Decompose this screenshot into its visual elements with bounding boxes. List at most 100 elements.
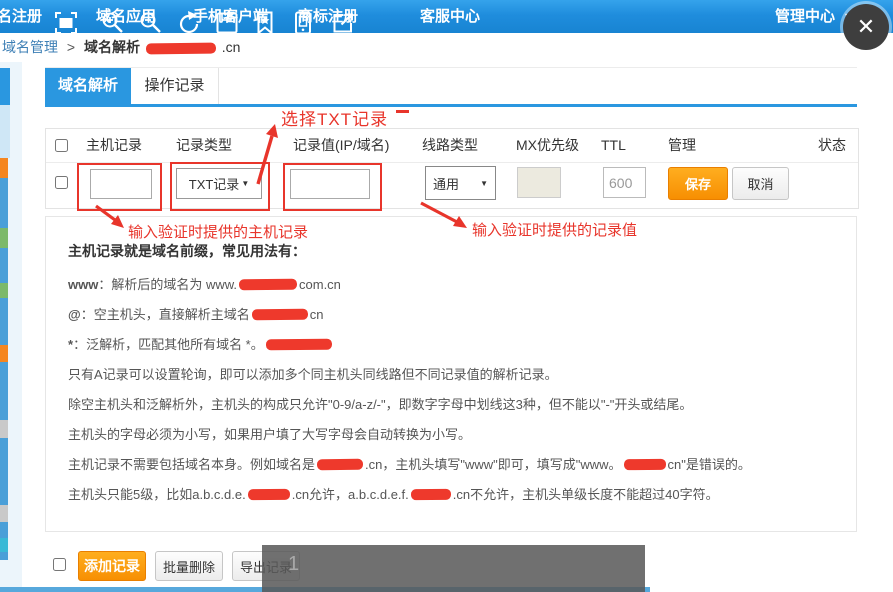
help-text: ：泛解析，匹配其他所有域名 *。 xyxy=(73,337,264,352)
background-page-edge xyxy=(0,105,10,158)
help-line: 除空主机头和泛解析外，主机头的构成只允许"0-9/a-z/-"，即数字字母中划线… xyxy=(68,395,838,415)
screen: 域名注册域名应用手机客户端商标注册客服中心 管理中心 ▼ ✕ 域名管理 > 域名… xyxy=(0,0,893,592)
manage-center-menu[interactable]: 管理中心 ▼ xyxy=(775,0,852,33)
line-type-value: 通用 xyxy=(433,174,459,193)
record-type-value: TXT记录 xyxy=(189,174,240,193)
mx-priority-input-disabled xyxy=(517,167,561,198)
column-header-4: MX优先级 xyxy=(516,129,579,162)
help-title: 主机记录就是域名前缀，常见用法有： xyxy=(68,241,838,261)
background-page-edge xyxy=(0,283,8,298)
nav-item-customer-service[interactable]: 客服中心 xyxy=(420,0,480,33)
add-record-button[interactable]: 添加记录 xyxy=(78,551,146,581)
help-text: @ xyxy=(68,307,81,322)
background-page-edge xyxy=(0,345,8,362)
help-text: www xyxy=(68,277,98,292)
background-page-edge xyxy=(0,538,8,552)
help-text: 主机头的字母必须为小写，如果用户填了大写字母会自动转换为小写。 xyxy=(68,427,471,442)
record-type-select[interactable]: TXT记录▼ xyxy=(176,168,262,199)
redaction-scribble xyxy=(411,489,451,500)
column-header-1: 记录类型 xyxy=(176,129,232,162)
help-text: com.cn xyxy=(299,277,341,292)
ttl-input[interactable] xyxy=(603,167,646,198)
dns-record-table: 主机记录 记录类型 记录值(IP/域名) 线路类型 MX优先级 TTL 管理 状态 TXT记录… xyxy=(45,128,859,209)
redaction-scribble xyxy=(252,309,308,321)
column-header-7: 状态 xyxy=(818,129,846,162)
help-text: .cn允许，a.b.c.d.e.f. xyxy=(292,487,409,502)
help-text: cn"是错误的。 xyxy=(668,457,751,472)
annotation-dash xyxy=(396,110,409,113)
line-type-select[interactable]: 通用 ▼ xyxy=(425,166,496,200)
breadcrumb: 域名管理 > 域名解析 .cn xyxy=(0,33,893,62)
background-page-edge xyxy=(0,68,10,105)
column-header-3: 线路类型 xyxy=(422,129,478,162)
help-text: 主机记录就是域名前缀，常见用法有： xyxy=(68,243,306,259)
chevron-down-icon: ▼ xyxy=(480,179,488,188)
help-panel: 主机记录就是域名前缀，常见用法有： www：解析后的域名为 www. com.cn @… xyxy=(45,216,857,532)
help-text: 主机头只能5级，比如a.b.c.d.e. xyxy=(68,487,246,502)
obscured-page-indicator: 1 xyxy=(288,553,299,576)
column-header-2: 记录值(IP/域名) xyxy=(293,129,389,162)
redaction-scribble xyxy=(266,339,332,351)
select-all-bottom-checkbox[interactable] xyxy=(53,558,66,571)
close-icon: ✕ xyxy=(857,14,875,40)
breadcrumb-domain-suffix: .cn xyxy=(222,39,241,55)
select-all-checkbox[interactable] xyxy=(55,139,68,152)
column-header-5: TTL xyxy=(601,129,626,162)
help-text: ：解析后的域名为 www. xyxy=(98,277,237,292)
tab-operation-log[interactable]: 操作记录 xyxy=(131,68,219,104)
close-button[interactable]: ✕ xyxy=(843,4,889,50)
help-line: 主机记录不需要包括域名本身。例如域名是 .cn，主机头填写"www"即可，填写成"… xyxy=(68,455,838,475)
help-line: 只有A记录可以设置轮询，即可以添加多个同主机头同线路但不同记录值的解析记录。 xyxy=(68,365,838,385)
column-header-6: 管理 xyxy=(668,129,696,162)
record-value-input[interactable] xyxy=(290,169,370,199)
annotation-select-txt: 选择TXT记录 xyxy=(281,105,388,130)
help-text: .cn，主机头填写"www"即可，填写成"www。 xyxy=(365,457,622,472)
help-line: www：解析后的域名为 www. com.cn xyxy=(68,275,838,295)
redaction-scribble xyxy=(623,459,665,470)
table-header-row: 主机记录 记录类型 记录值(IP/域名) 线路类型 MX优先级 TTL 管理 状态 xyxy=(46,129,858,163)
redaction-scribble xyxy=(317,459,363,470)
nav-item-domain-register[interactable]: 域名注册 xyxy=(0,0,42,33)
redaction-scribble xyxy=(248,489,290,500)
help-lines: 主机记录就是域名前缀，常见用法有： www：解析后的域名为 www. com.cn @… xyxy=(68,241,838,505)
cancel-button[interactable]: 取消 xyxy=(732,167,789,200)
redaction-scribble xyxy=(239,279,297,291)
zoom-in-icon[interactable] xyxy=(100,10,126,36)
help-line: 主机头只能5级，比如a.b.c.d.e. .cn允许，a.b.c.d.e.f. .c… xyxy=(68,485,838,505)
help-line: *：泛解析，匹配其他所有域名 *。 xyxy=(68,335,838,355)
rotate-icon[interactable] xyxy=(176,10,202,36)
background-page-edge xyxy=(0,228,8,248)
annotation-value-hint: 输入验证时提供的记录值 xyxy=(472,219,637,240)
breadcrumb-current: 域名解析 xyxy=(84,39,140,55)
background-page-edge xyxy=(0,505,8,522)
help-text: cn xyxy=(310,307,324,322)
tab-domain-resolution[interactable]: 域名解析 xyxy=(45,68,131,104)
help-line: @：空主机头，直接解析主域名 cn xyxy=(68,305,838,325)
share-icon[interactable] xyxy=(330,10,356,36)
help-text: 主机记录不需要包括域名本身。例如域名是 xyxy=(68,457,315,472)
background-page-edge xyxy=(0,420,8,438)
row-checkbox[interactable] xyxy=(55,176,68,189)
save-icon[interactable] xyxy=(214,10,240,36)
redaction-scribble xyxy=(146,42,216,54)
tabbar-underline xyxy=(45,104,857,107)
save-button[interactable]: 保存 xyxy=(668,167,728,200)
top-navbar: 域名注册域名应用手机客户端商标注册客服中心 管理中心 ▼ xyxy=(0,0,893,33)
help-line: 主机头的字母必须为小写，如果用户填了大写字母会自动转换为小写。 xyxy=(68,425,838,445)
device-icon[interactable] xyxy=(290,10,316,36)
background-page-edge xyxy=(0,158,8,178)
breadcrumb-domain-management[interactable]: 域名管理 xyxy=(2,39,58,55)
help-text: ：空主机头，直接解析主域名 xyxy=(81,307,250,322)
fit-screen-icon[interactable] xyxy=(53,10,79,36)
help-text: 除空主机头和泛解析外，主机头的构成只允许"0-9/a-z/-"，即数字字母中划线… xyxy=(68,397,692,412)
help-text: .cn不允许，主机头单级长度不能超过40字符。 xyxy=(453,487,719,502)
column-header-0: 主机记录 xyxy=(86,129,142,162)
batch-delete-button[interactable]: 批量删除 xyxy=(155,551,223,581)
chevron-down-icon: ▼ xyxy=(241,179,249,188)
image-viewer-toolbar xyxy=(262,545,645,592)
host-record-input[interactable] xyxy=(90,169,152,199)
manage-center-label: 管理中心 xyxy=(775,8,835,25)
annotation-host-hint: 输入验证时提供的主机记录 xyxy=(128,221,308,242)
bookmark-star-icon[interactable] xyxy=(252,10,278,36)
zoom-out-icon[interactable] xyxy=(138,10,164,36)
